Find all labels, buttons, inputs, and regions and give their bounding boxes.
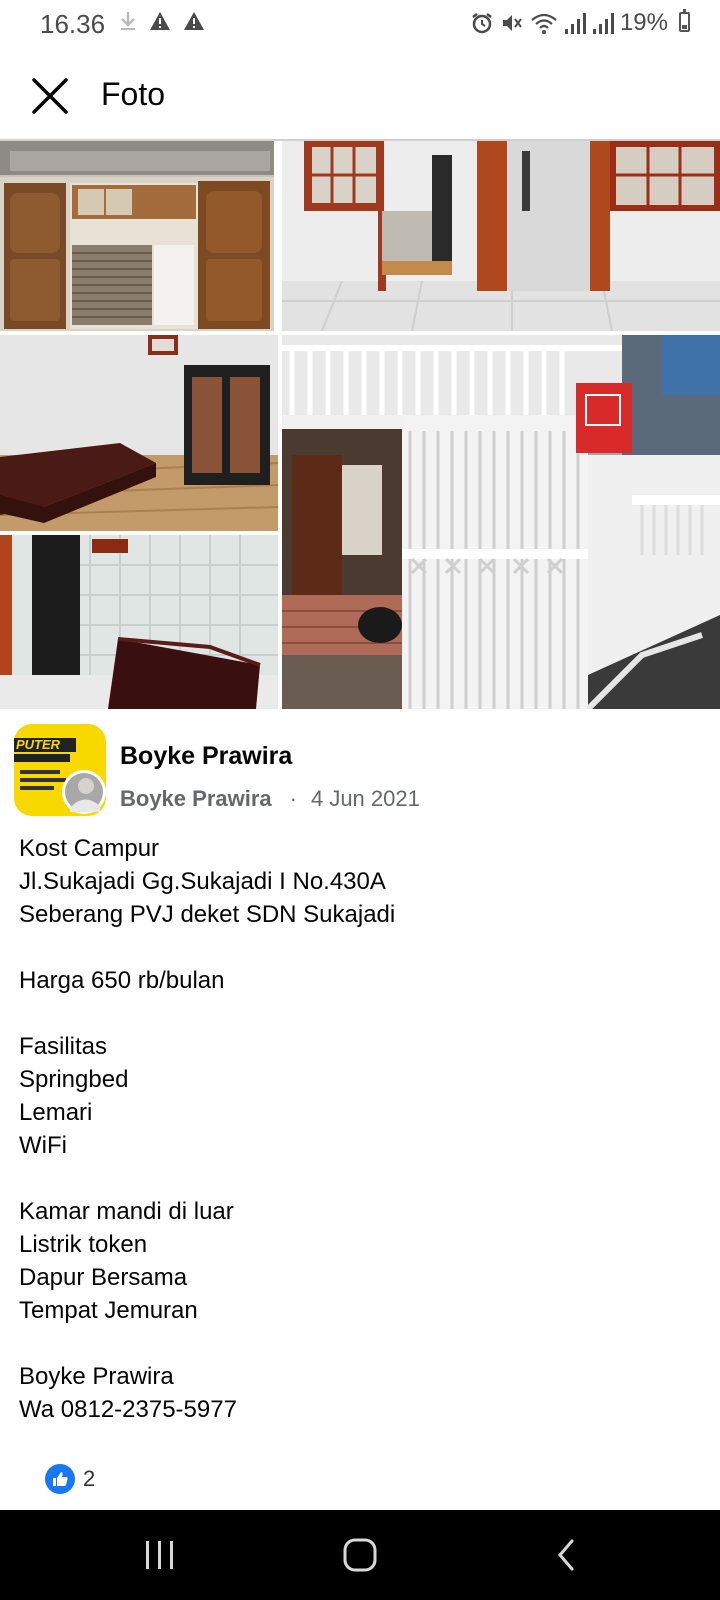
close-button[interactable] <box>26 72 74 120</box>
author-name[interactable]: Boyke Prawira <box>120 742 292 771</box>
status-time: 16.36 <box>40 9 106 39</box>
post-line: Wa 0812-2375-5977 <box>19 1396 237 1423</box>
status-bar: 16.36 19% <box>0 0 720 48</box>
post-line <box>19 1162 699 1195</box>
post-line <box>19 931 699 964</box>
page-avatar[interactable]: PUTER <box>14 724 106 816</box>
like-count: 2 <box>83 1466 96 1491</box>
page-title: Foto <box>101 76 166 112</box>
alarm-icon <box>472 13 492 34</box>
photo-tiled-room-bed[interactable] <box>0 535 278 709</box>
meta-author[interactable]: Boyke Prawira <box>120 786 272 811</box>
post-line: Tempat Jemuran <box>19 1297 198 1324</box>
signal-icon <box>592 13 614 34</box>
meta-separator: · <box>289 786 297 811</box>
photo-bedroom-bed-wardrobe[interactable] <box>0 335 278 531</box>
post-header: PUTER Boyke Prawira Boyke Prawira · 4 Jun … <box>0 720 720 820</box>
post-line: Springbed <box>19 1066 129 1093</box>
photo-grid <box>0 141 720 709</box>
post-line <box>19 1327 699 1360</box>
post-date[interactable]: 4 Jun 2021 <box>311 786 420 811</box>
signal-icon <box>564 13 586 34</box>
post-line: Listrik token <box>19 1231 148 1258</box>
photo-building-gate[interactable] <box>282 335 720 709</box>
post-line: WiFi <box>19 1132 67 1159</box>
alert-icon <box>184 12 204 30</box>
svg-text:PUTER: PUTER <box>16 737 61 752</box>
post-line: Jl.Sukajadi Gg.Sukajadi I No.430A <box>19 868 386 895</box>
close-icon <box>32 78 68 114</box>
notification-icons <box>118 10 206 32</box>
post-text: Kost Campur Jl.Sukajadi Gg.Sukajadi I No… <box>19 832 699 1426</box>
post-line: Kost Campur <box>19 835 160 862</box>
post-line: Boyke Prawira <box>19 1363 174 1390</box>
post-line <box>19 997 699 1030</box>
like-icon <box>45 1464 75 1494</box>
recent-apps-icon <box>146 1541 173 1569</box>
battery-icon <box>679 9 690 32</box>
photo-kitchen-doors[interactable] <box>0 141 278 331</box>
home-button[interactable] <box>300 1510 420 1600</box>
post-line: Seberang PVJ deket SDN Sukajadi <box>19 901 396 928</box>
app-header: Foto <box>0 48 720 138</box>
recent-apps-button[interactable] <box>100 1510 220 1600</box>
wifi-icon <box>531 13 557 34</box>
system-icons: 19% <box>470 9 668 37</box>
back-icon <box>558 1539 574 1571</box>
post-line: Harga 650 rb/bulan <box>19 967 225 994</box>
photo-hallway-doors[interactable] <box>282 141 720 331</box>
post-line: Lemari <box>19 1099 93 1126</box>
post-line: Dapur Bersama <box>19 1264 188 1291</box>
post-meta: Boyke Prawira · 4 Jun 2021 <box>120 786 420 812</box>
home-icon <box>343 1538 377 1572</box>
battery-percent: 19% <box>619 9 668 36</box>
navigation-bar <box>0 1510 720 1600</box>
post-line: Kamar mandi di luar <box>19 1198 234 1225</box>
download-icon <box>121 12 135 30</box>
mute-icon <box>502 15 522 31</box>
post-line: Fasilitas <box>19 1033 108 1060</box>
back-button[interactable] <box>506 1510 626 1600</box>
alert-icon <box>150 12 170 30</box>
reactions-summary[interactable]: 2 <box>45 1464 95 1494</box>
